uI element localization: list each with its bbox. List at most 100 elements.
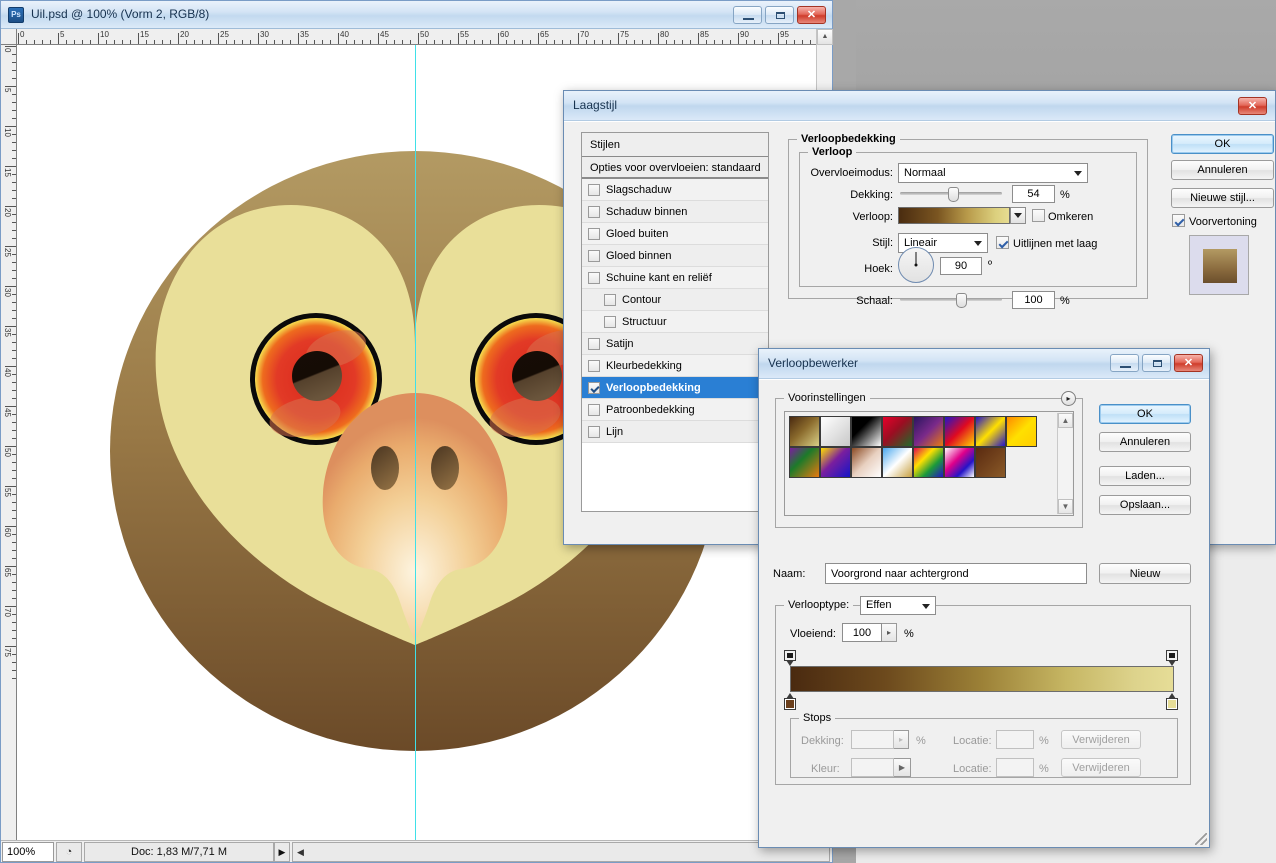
align-with-layer-checkbox[interactable] xyxy=(996,236,1009,249)
style-row-satijn[interactable]: Satijn xyxy=(582,333,768,355)
ruler-minor-tick xyxy=(12,278,16,279)
presets-grid[interactable] xyxy=(789,416,1037,478)
color-stop-right[interactable] xyxy=(1166,693,1178,710)
preview-checkbox[interactable] xyxy=(1172,214,1185,227)
style-row-schaduw-binnen[interactable]: Schaduw binnen xyxy=(582,201,768,223)
opacity-slider-thumb[interactable] xyxy=(948,187,959,202)
gradient-editor-maximize-button[interactable] xyxy=(1142,354,1171,372)
style-row-verloopbedekking[interactable]: Verloopbedekking xyxy=(582,377,768,399)
gradient-editor-minimize-button[interactable] xyxy=(1110,354,1139,372)
stop-opacity-location-input xyxy=(996,730,1034,749)
zoom-level-input[interactable]: 100% xyxy=(2,841,54,862)
blending-options-row[interactable]: Opties voor overvloeien: standaard xyxy=(582,157,768,179)
document-titlebar[interactable]: Ps Uil.psd @ 100% (Vorm 2, RGB/8) ✕ xyxy=(1,1,832,29)
gradient-preset-swatch[interactable] xyxy=(913,447,944,478)
gradient-name-input[interactable]: Voorgrond naar achtergrond xyxy=(825,563,1087,584)
gradient-preset-swatch[interactable] xyxy=(789,416,820,447)
gradient-preset-swatch[interactable] xyxy=(820,416,851,447)
gradient-preset-swatch[interactable] xyxy=(975,447,1006,478)
ruler-minor-tick xyxy=(346,40,347,44)
style-enable-checkbox[interactable] xyxy=(604,315,616,328)
style-enable-checkbox[interactable] xyxy=(588,205,600,218)
gradient-preset-swatch[interactable] xyxy=(882,447,913,478)
gradient-editor-titlebar[interactable]: Verloopbewerker ✕ xyxy=(759,349,1209,379)
style-enable-checkbox[interactable] xyxy=(588,403,600,416)
angle-input[interactable]: 90 xyxy=(940,257,982,275)
gradient-preset-swatch[interactable] xyxy=(944,447,975,478)
style-row-structuur[interactable]: Structuur xyxy=(582,311,768,333)
layer-style-close-button[interactable]: ✕ xyxy=(1238,97,1267,115)
pie-clock-icon[interactable]: ◔ xyxy=(56,841,82,862)
load-button[interactable]: Laden... xyxy=(1099,466,1191,486)
color-stop-left[interactable] xyxy=(784,693,796,710)
style-row-schuine-kant-en-reli-f[interactable]: Schuine kant en reliëf xyxy=(582,267,768,289)
gradient-preset-swatch[interactable] xyxy=(1006,416,1037,447)
style-row-contour[interactable]: Contour xyxy=(582,289,768,311)
opacity-stop-left[interactable] xyxy=(784,650,796,666)
style-enable-checkbox[interactable] xyxy=(588,249,600,262)
presets-scroll-down-icon[interactable]: ▼ xyxy=(1058,499,1073,514)
gradient-editor-close-button[interactable]: ✕ xyxy=(1174,354,1203,372)
gradient-preset-swatch[interactable] xyxy=(851,416,882,447)
style-enable-checkbox[interactable] xyxy=(588,271,600,284)
gradient-preset-swatch[interactable] xyxy=(944,416,975,447)
style-enable-checkbox[interactable] xyxy=(588,183,600,196)
save-button[interactable]: Opslaan... xyxy=(1099,495,1191,515)
opacity-slider[interactable] xyxy=(900,185,1002,203)
minimize-button[interactable] xyxy=(733,6,762,24)
gradient-dropdown-button[interactable] xyxy=(1010,207,1026,224)
style-row-patroonbedekking[interactable]: Patroonbedekking xyxy=(582,399,768,421)
gradient-bar[interactable] xyxy=(790,666,1174,692)
ruler-tick xyxy=(5,326,16,327)
new-gradient-button[interactable]: Nieuw xyxy=(1099,563,1191,584)
preset-menu-icon[interactable]: ▸ xyxy=(1061,391,1076,406)
gradient-preset-swatch[interactable] xyxy=(882,416,913,447)
gradient-preset-swatch[interactable] xyxy=(851,447,882,478)
style-enable-checkbox[interactable] xyxy=(588,337,600,350)
styles-list[interactable]: Stijlen Opties voor overvloeien: standaa… xyxy=(581,132,769,512)
scroll-up-arrow[interactable]: ▲ xyxy=(817,29,833,45)
statusbar-scroll-area[interactable]: ◀ xyxy=(292,841,830,862)
gradient-preset-swatch[interactable] xyxy=(789,447,820,478)
style-row-slagschaduw[interactable]: Slagschaduw xyxy=(582,179,768,201)
layer-style-cancel-button[interactable]: Annuleren xyxy=(1171,160,1274,180)
new-style-button[interactable]: Nieuwe stijl... xyxy=(1171,188,1274,208)
reverse-checkbox[interactable] xyxy=(1032,209,1045,222)
smoothness-input[interactable]: 100 xyxy=(842,623,882,642)
scale-input[interactable]: 100 xyxy=(1012,291,1055,309)
scale-slider-thumb[interactable] xyxy=(956,293,967,308)
close-button[interactable]: ✕ xyxy=(797,6,826,24)
presets-scroll-up-icon[interactable]: ▲ xyxy=(1058,413,1073,428)
vertical-ruler[interactable]: 0 5 10 15 20 25 30 35 40 45 50 55 60 65 70 75 xyxy=(1,45,17,841)
presets-scrollbar[interactable]: ▲ ▼ xyxy=(1057,413,1073,514)
angle-dial[interactable] xyxy=(898,247,934,283)
style-enable-checkbox[interactable] xyxy=(604,293,616,306)
resize-grip[interactable] xyxy=(1195,833,1207,845)
opacity-stop-right[interactable] xyxy=(1166,650,1178,666)
style-row-lijn[interactable]: Lijn xyxy=(582,421,768,443)
style-row-kleurbedekking[interactable]: Kleurbedekking xyxy=(582,355,768,377)
gradient-preset-swatch[interactable] xyxy=(820,447,851,478)
style-enable-checkbox[interactable] xyxy=(588,227,600,240)
style-enable-checkbox[interactable] xyxy=(588,359,600,372)
style-row-gloed-buiten[interactable]: Gloed buiten xyxy=(582,223,768,245)
opacity-input[interactable]: 54 xyxy=(1012,185,1055,203)
gradient-editor-cancel-button[interactable]: Annuleren xyxy=(1099,432,1191,452)
statusbar-expand-button[interactable]: ▶ xyxy=(274,841,290,862)
layer-style-titlebar[interactable]: Laagstijl ✕ xyxy=(564,91,1275,121)
gradient-editor-ok-button[interactable]: OK xyxy=(1099,404,1191,424)
scale-slider[interactable] xyxy=(900,291,1002,309)
blend-mode-select[interactable]: Normaal xyxy=(898,163,1088,183)
maximize-button[interactable] xyxy=(765,6,794,24)
horizontal-ruler[interactable]: 0 5 10 15 20 25 30 35 40 45 50 55 60 65 70 75 80 85 90 95 xyxy=(17,29,817,45)
gradient-preset-swatch[interactable] xyxy=(913,416,944,447)
style-row-gloed-binnen[interactable]: Gloed binnen xyxy=(582,245,768,267)
gradient-type-select[interactable]: Effen xyxy=(860,596,936,615)
ruler-minor-tick xyxy=(810,40,811,44)
gradient-swatch[interactable] xyxy=(898,207,1010,224)
gradient-preset-swatch[interactable] xyxy=(975,416,1006,447)
smoothness-spin-button[interactable]: ▸ xyxy=(882,623,897,642)
layer-style-ok-button[interactable]: OK xyxy=(1171,134,1274,154)
style-enable-checkbox[interactable] xyxy=(588,425,600,438)
style-enable-checkbox[interactable] xyxy=(588,381,600,394)
